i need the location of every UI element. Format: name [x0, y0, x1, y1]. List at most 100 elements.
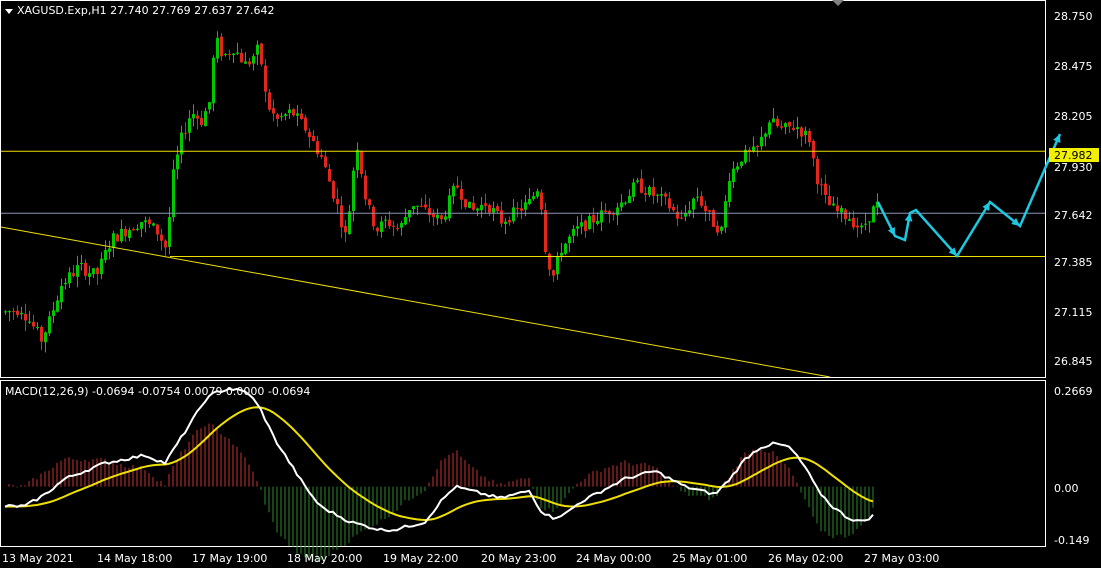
- candle-body: [4, 311, 7, 313]
- candle-body: [284, 114, 287, 116]
- candle-body: [300, 113, 303, 119]
- candle-body: [36, 327, 39, 329]
- candle-body: [160, 234, 163, 241]
- candle-body: [720, 226, 723, 231]
- candle-body: [784, 123, 787, 128]
- candle-body: [572, 228, 575, 236]
- candle-body: [428, 208, 431, 216]
- candle-body: [376, 227, 379, 232]
- candle-body: [348, 211, 351, 235]
- price-tick: 28.205: [1054, 110, 1093, 123]
- candle-body: [464, 199, 467, 208]
- candle-body: [796, 127, 799, 130]
- candle-body: [152, 223, 155, 226]
- candle-body: [488, 205, 491, 213]
- price-tick: 27.930: [1054, 161, 1093, 174]
- candle-body: [768, 122, 771, 135]
- candle-body: [124, 228, 127, 237]
- candle-body: [12, 310, 15, 312]
- candle-body: [628, 195, 631, 203]
- candle-body: [420, 205, 423, 207]
- candle-body: [612, 213, 615, 215]
- candle-body: [760, 136, 763, 147]
- candle-body: [288, 109, 291, 114]
- macd-lines: [4, 387, 874, 533]
- candle-body: [532, 196, 535, 200]
- candle-body: [632, 182, 635, 197]
- candle-body: [856, 225, 859, 228]
- candle-body: [216, 37, 219, 59]
- candle-body: [64, 282, 67, 285]
- candle-body: [512, 207, 515, 222]
- candle-body: [304, 117, 307, 131]
- candle-body: [164, 240, 167, 248]
- current-price-label: 27.642: [1054, 209, 1093, 222]
- candle-body: [220, 36, 223, 57]
- time-tick: 19 May 22:00: [383, 552, 458, 565]
- candle-body: [696, 196, 699, 198]
- candle-body: [104, 250, 107, 261]
- candle-body: [252, 56, 255, 64]
- candle-body: [256, 44, 259, 55]
- candle-body: [352, 170, 355, 212]
- candle-body: [56, 300, 59, 312]
- time-tick: 18 May 20:00: [287, 552, 362, 565]
- candle-body: [48, 316, 51, 334]
- time-tick: 25 May 01:00: [672, 552, 747, 565]
- candle-body: [496, 206, 499, 212]
- candle-body: [264, 65, 267, 92]
- candle-body: [416, 205, 419, 207]
- macd-tick: 0.2669: [1054, 385, 1093, 398]
- candle-body: [200, 118, 203, 126]
- trading-chart[interactable]: XAGUSD.Exp,H1 27.740 27.769 27.637 27.64…: [0, 0, 1101, 568]
- candle-body: [812, 140, 815, 159]
- candle-body: [656, 194, 659, 196]
- candle-body: [652, 186, 655, 196]
- candle-body: [140, 222, 143, 229]
- candle-body: [560, 252, 563, 256]
- candle-body: [516, 208, 519, 210]
- candle-body: [20, 312, 23, 315]
- candle-body: [752, 146, 755, 152]
- candle-body: [436, 214, 439, 219]
- candle-body: [232, 53, 235, 56]
- candle-body: [712, 210, 715, 227]
- candle-body: [548, 253, 551, 270]
- candle-body: [84, 262, 87, 276]
- candle-body: [732, 168, 735, 183]
- candle-body: [244, 61, 247, 64]
- candle-body: [172, 169, 175, 218]
- candle-body: [440, 215, 443, 220]
- symbol-menu-icon[interactable]: [5, 9, 13, 14]
- candle-body: [196, 115, 199, 119]
- candle-body: [640, 178, 643, 193]
- candle-body: [236, 52, 239, 54]
- scroll-marker-icon[interactable]: [832, 0, 844, 6]
- candle-body: [192, 114, 195, 119]
- candle-body: [448, 195, 451, 219]
- time-tick: 13 May 2021: [2, 552, 74, 565]
- candle-body: [144, 220, 147, 223]
- candle-body: [132, 229, 135, 231]
- candle-body: [472, 202, 475, 210]
- candle-body: [716, 225, 719, 233]
- macd-frame: [0, 380, 1046, 547]
- price-tick: 28.750: [1054, 10, 1093, 23]
- candlestick-series: [4, 31, 879, 353]
- candle-body: [848, 219, 851, 221]
- price-tick: 27.385: [1054, 256, 1093, 269]
- candle-body: [844, 209, 847, 220]
- candle-body: [8, 311, 11, 313]
- candle-body: [500, 210, 503, 224]
- candle-body: [356, 149, 359, 171]
- macd-header: MACD(12,26,9) -0.0694 -0.0754 0.0079 0.0…: [5, 385, 310, 398]
- candle-body: [60, 285, 63, 303]
- macd-line: [4, 387, 874, 533]
- candle-body: [68, 272, 71, 284]
- candle-body: [788, 121, 791, 127]
- candle-body: [212, 57, 215, 104]
- time-tick: 26 May 02:00: [768, 552, 843, 565]
- candle-body: [204, 111, 207, 127]
- candle-body: [364, 175, 367, 200]
- candle-body: [692, 198, 695, 210]
